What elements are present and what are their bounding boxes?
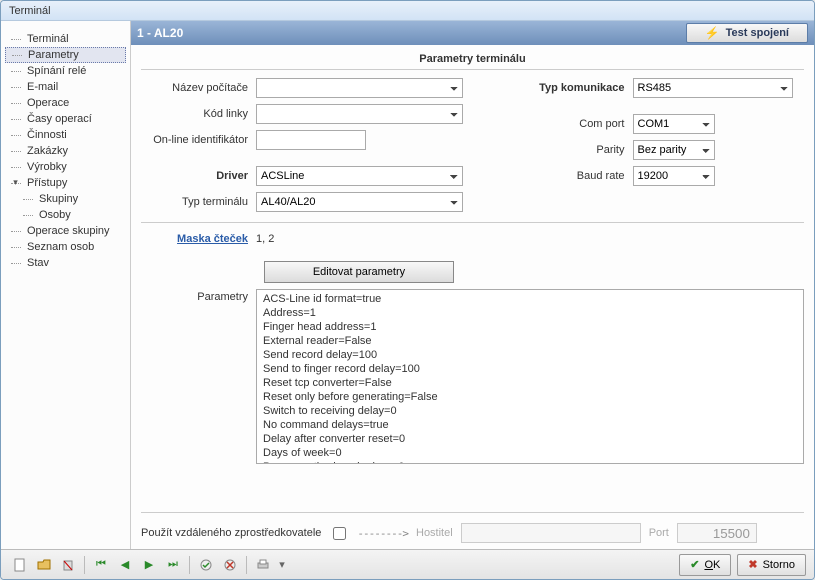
sidebar-item-zakazky[interactable]: Zakázky <box>5 143 126 159</box>
remote-checkbox[interactable] <box>333 527 346 540</box>
label-online-id: On-line identifikátor <box>141 134 256 146</box>
print-dropdown-icon[interactable]: ▾ <box>276 554 288 576</box>
nazev-pocitace-select[interactable] <box>256 78 463 98</box>
bolt-icon: ⚡ <box>705 26 720 40</box>
sidebar-item-operace[interactable]: Operace <box>5 95 126 111</box>
last-icon[interactable]: ⏭ <box>162 554 184 576</box>
check-icon: ✔ <box>690 558 699 571</box>
open-icon[interactable] <box>33 554 55 576</box>
driver-select[interactable]: ACSLine <box>256 166 463 186</box>
delete-icon[interactable] <box>57 554 79 576</box>
window-title: Terminál <box>9 5 51 17</box>
prev-icon[interactable]: ◀ <box>114 554 136 576</box>
test-connection-button[interactable]: ⚡ Test spojení <box>686 23 808 43</box>
edit-parameters-button[interactable]: Editovat parametry <box>264 261 454 283</box>
accept-icon[interactable] <box>195 554 217 576</box>
toolbar-separator <box>246 556 247 574</box>
new-icon[interactable] <box>9 554 31 576</box>
first-icon[interactable]: ⏮ <box>90 554 112 576</box>
label-driver: Driver <box>141 170 256 182</box>
sidebar-item-casy[interactable]: Časy operací <box>5 111 126 127</box>
label-typ-komunikace: Typ komunikace <box>483 82 633 94</box>
maska-ctecek-value: 1, 2 <box>256 233 274 245</box>
online-id-input[interactable] <box>256 130 366 150</box>
toolbar-separator <box>189 556 190 574</box>
sidebar-item-vyrobky[interactable]: Výrobky <box>5 159 126 175</box>
comport-select[interactable]: COM1 <box>633 114 715 134</box>
typ-terminalu-select[interactable]: AL40/AL20 <box>256 192 463 212</box>
ok-button[interactable]: ✔ OK <box>679 554 731 576</box>
remote-row: Použít vzdáleného zprostředkovatele ----… <box>141 512 804 549</box>
sidebar-item-email[interactable]: E-mail <box>5 79 126 95</box>
label-nazev-pocitace: Název počítače <box>141 82 256 94</box>
label-baud: Baud rate <box>483 170 633 182</box>
baud-select[interactable]: 19200 <box>633 166 715 186</box>
ok-label: K <box>713 559 720 571</box>
label-comport: Com port <box>483 118 633 130</box>
print-icon[interactable] <box>252 554 274 576</box>
content-header: 1 - AL20 ⚡ Test spojení <box>131 21 814 45</box>
sidebar-item-parametry[interactable]: Parametry <box>5 47 126 63</box>
sidebar-item-skupiny[interactable]: Skupiny <box>5 191 126 207</box>
parameters-list[interactable]: ACS-Line id format=true Address=1 Finger… <box>256 289 804 464</box>
arrow-icon: --------> <box>357 527 408 540</box>
sidebar-item-operace-skupiny[interactable]: Operace skupiny <box>5 223 126 239</box>
label-parity: Parity <box>483 144 633 156</box>
sidebar-item-spinani[interactable]: Spínání relé <box>5 63 126 79</box>
typ-komunikace-select[interactable]: RS485 <box>633 78 793 98</box>
sidebar: Terminál Parametry Spínání relé E-mail O… <box>1 21 131 549</box>
label-kod-linky: Kód linky <box>141 108 256 120</box>
label-parametry: Parametry <box>141 289 256 504</box>
port-input <box>677 523 757 543</box>
next-icon[interactable]: ▶ <box>138 554 160 576</box>
storno-label: Storno <box>763 559 795 571</box>
remote-label: Použít vzdáleného zprostředkovatele <box>141 527 321 539</box>
cross-icon: ✖ <box>748 558 757 571</box>
host-label: Hostitel <box>416 527 453 539</box>
parity-select[interactable]: Bez parity <box>633 140 715 160</box>
storno-button[interactable]: ✖ Storno <box>737 554 806 576</box>
sidebar-item-cinnosti[interactable]: Činnosti <box>5 127 126 143</box>
window-titlebar: Terminál <box>1 1 814 21</box>
sidebar-item-pristupy[interactable]: ▾ Přístupy <box>5 175 126 191</box>
header-title: 1 - AL20 <box>137 26 183 40</box>
kod-linky-select[interactable] <box>256 104 463 124</box>
sidebar-item-stav[interactable]: Stav <box>5 255 126 271</box>
cancel-icon[interactable] <box>219 554 241 576</box>
sidebar-item-seznam-osob[interactable]: Seznam osob <box>5 239 126 255</box>
port-label: Port <box>649 527 669 539</box>
host-input <box>461 523 641 543</box>
maska-ctecek-link[interactable]: Maska čteček <box>141 233 256 245</box>
divider <box>141 222 804 223</box>
label-typ-terminalu: Typ terminálu <box>141 196 256 208</box>
sidebar-item-terminal[interactable]: Terminál <box>5 31 126 47</box>
sidebar-item-osoby[interactable]: Osoby <box>5 207 126 223</box>
toolbar-separator <box>84 556 85 574</box>
tree-collapse-icon[interactable]: ▾ <box>11 178 20 187</box>
footer-toolbar: ⏮ ◀ ▶ ⏭ ▾ ✔ OK ✖ Storno <box>1 549 814 579</box>
section-title: Parametry terminálu <box>141 45 804 70</box>
